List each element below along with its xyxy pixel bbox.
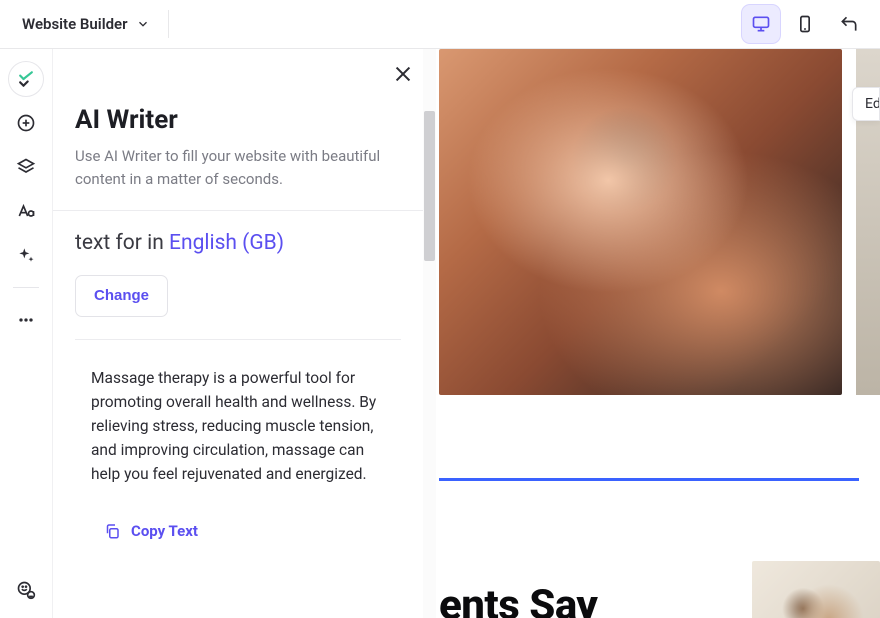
preview-image[interactable] xyxy=(439,49,842,395)
thumbnail-image[interactable] xyxy=(752,561,880,618)
ai-writer-panel: AI Writer Use AI Writer to fill your web… xyxy=(53,49,436,618)
undo-button[interactable] xyxy=(830,5,868,43)
selection-indicator xyxy=(439,478,859,481)
top-actions xyxy=(742,5,868,43)
sidebar-item-typography[interactable] xyxy=(8,193,44,229)
chevron-down-icon xyxy=(136,17,150,31)
sidebar-item-ai[interactable] xyxy=(8,237,44,273)
copy-icon xyxy=(103,522,121,540)
undo-icon xyxy=(839,14,859,34)
desktop-view-button[interactable] xyxy=(742,5,780,43)
mobile-icon xyxy=(795,14,815,34)
close-button[interactable] xyxy=(392,63,414,89)
sidebar xyxy=(0,49,53,618)
panel-body: text for in English (GB) Change Massage … xyxy=(53,211,423,578)
preview-row xyxy=(436,49,880,395)
smile-icon xyxy=(16,580,36,600)
typography-icon xyxy=(16,201,36,221)
panel-description: Use AI Writer to fill your website with … xyxy=(75,145,401,192)
plus-circle-icon xyxy=(16,113,36,133)
panel-title: AI Writer xyxy=(75,105,401,135)
sidebar-item-feedback[interactable] xyxy=(8,572,44,608)
language-line: text for in English (GB) xyxy=(75,231,401,255)
desktop-icon xyxy=(751,14,771,34)
sidebar-item-layers[interactable] xyxy=(8,149,44,185)
copy-text-button[interactable]: Copy Text xyxy=(91,514,210,548)
sidebar-item-add[interactable] xyxy=(8,105,44,141)
copy-label: Copy Text xyxy=(131,522,198,540)
edit-label: Edi xyxy=(865,96,880,112)
panel-header: AI Writer Use AI Writer to fill your web… xyxy=(53,49,423,211)
top-bar: Website Builder xyxy=(0,0,880,49)
generated-card: Massage therapy is a powerful tool for p… xyxy=(75,339,401,548)
brand-label: Website Builder xyxy=(22,15,128,33)
mobile-view-button[interactable] xyxy=(786,5,824,43)
scrollbar-thumb[interactable] xyxy=(424,111,435,261)
scrollbar[interactable] xyxy=(423,49,436,618)
close-icon xyxy=(392,63,414,85)
generated-text: Massage therapy is a powerful tool for p… xyxy=(91,366,385,486)
main: AI Writer Use AI Writer to fill your web… xyxy=(0,49,880,618)
sidebar-item-checklist[interactable] xyxy=(8,61,44,97)
panel-scroll[interactable]: AI Writer Use AI Writer to fill your web… xyxy=(53,49,423,618)
lang-prefix: text for in xyxy=(75,231,169,255)
language-value[interactable]: English (GB) xyxy=(169,231,284,255)
layers-icon xyxy=(16,157,36,177)
edit-section-button[interactable]: Edi xyxy=(852,87,880,121)
divider xyxy=(13,287,39,288)
checklist-icon xyxy=(16,69,36,89)
divider xyxy=(168,10,169,38)
preview-canvas[interactable]: Edi ents Say xyxy=(436,49,880,618)
brand-selector[interactable]: Website Builder xyxy=(12,9,160,39)
dots-icon xyxy=(16,310,36,330)
sidebar-item-more[interactable] xyxy=(8,302,44,338)
change-button[interactable]: Change xyxy=(75,275,168,317)
sparkle-icon xyxy=(16,245,36,265)
